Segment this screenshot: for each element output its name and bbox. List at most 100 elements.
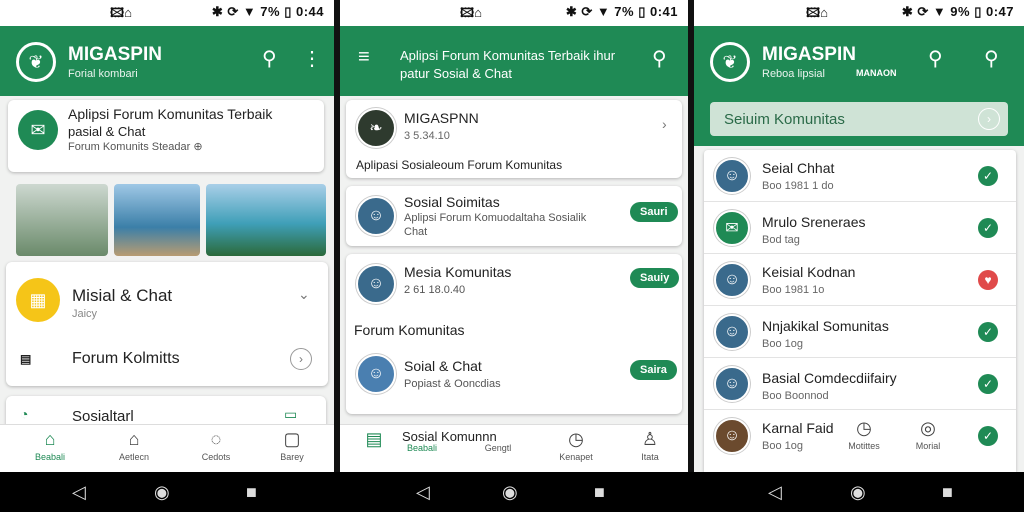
- item-sub: Boo 1981 1 do: [762, 180, 834, 192]
- recents-icon[interactable]: ■: [942, 482, 953, 503]
- item-title: Mrulo Sreneraes: [762, 214, 866, 230]
- check-icon[interactable]: ✓: [978, 426, 998, 446]
- item-title[interactable]: Mesia Komunitas: [404, 264, 511, 280]
- nav-activity[interactable]: ⌂ Aetlecn: [104, 429, 164, 462]
- item-title[interactable]: Soial & Chat: [404, 358, 482, 374]
- feature-subtitle: pasial & Chat: [68, 124, 146, 139]
- search-icon[interactable]: ⚲: [652, 46, 667, 71]
- app-logo-icon: ❦: [710, 42, 750, 82]
- header-title: Aplipsi Forum Komunitas Terbaik ihur: [400, 48, 616, 63]
- search-icon[interactable]: ⚲: [262, 46, 277, 71]
- item-title: Sosial Soimitas: [404, 194, 500, 210]
- list-item[interactable]: ☺ Nnjakikal Somunitas Boo 1og ✓: [704, 306, 1016, 358]
- photo-couple-beach[interactable]: [114, 184, 200, 256]
- chevron-down-icon[interactable]: ⌄: [298, 286, 310, 303]
- check-icon[interactable]: ✓: [978, 374, 998, 394]
- search-input[interactable]: Seiuim Komunitas ›: [710, 102, 1008, 136]
- status-left: 🖾⌂: [110, 5, 132, 20]
- home-circle-icon[interactable]: ◉: [850, 482, 866, 503]
- list-item[interactable]: ☺ Keisial Kodnan Boo 1981 1o ♥: [704, 254, 1016, 306]
- panel-community-list: 🖾⌂ ✱ ⟳ ▼ 9% ▯ 0:47 ❦ MIGASPIN Reboa lips…: [694, 0, 1024, 472]
- house-outline-icon: ⌂: [128, 429, 140, 449]
- chevron-right-icon[interactable]: ›: [978, 108, 1000, 130]
- item-title[interactable]: Misial & Chat: [72, 286, 172, 306]
- heart-icon[interactable]: ♥: [978, 270, 998, 290]
- chevron-right-icon[interactable]: ›: [662, 116, 667, 132]
- community-list-card: ☺ Mesia Komunitas 2 61 18.0.40 Sauiy For…: [346, 254, 682, 414]
- nav-chats[interactable]: ◌ Cedots: [186, 429, 246, 462]
- nav-matches[interactable]: ◷ Motittes: [834, 418, 894, 451]
- item-title: Keisial Kodnan: [762, 264, 856, 280]
- check-icon[interactable]: ✓: [978, 166, 998, 186]
- join-button[interactable]: Sauiy: [630, 268, 680, 288]
- location-icon[interactable]: ⚲: [984, 46, 999, 71]
- app-description: Aplipasi Sosialeoum Forum Komunitas: [356, 158, 563, 172]
- chevron-right-icon[interactable]: ›: [290, 348, 312, 370]
- nav-profile[interactable]: ▢ Barey: [262, 429, 322, 462]
- back-icon[interactable]: ◁: [416, 482, 430, 503]
- community-list: ☺ Seial Chhat Boo 1981 1 do ✓ ✉ Mrulo Sr…: [704, 150, 1016, 472]
- search-icon[interactable]: ⚲: [928, 46, 943, 71]
- avatar: ☺: [356, 196, 396, 236]
- brand-title: MIGASPIN: [762, 44, 856, 65]
- feature-title: Aplipsi Forum Komunitas Terbaik: [68, 106, 273, 122]
- app-name: MIGASPNN: [404, 110, 479, 126]
- nav-people[interactable]: ♙ Itata: [620, 429, 680, 462]
- avatar: ☺: [356, 354, 396, 394]
- nav-home[interactable]: ⌂ Beabali: [20, 429, 80, 462]
- list-item[interactable]: ☺ Basial Comdecdiifairy Boo Boonnod ✓: [704, 358, 1016, 410]
- photo-tropical-coast[interactable]: [206, 184, 326, 256]
- recents-icon[interactable]: ■: [594, 482, 605, 503]
- chat-icon: ▦: [16, 278, 60, 322]
- panel-community: 🖾⌂ ✱ ⟳ ▼ 7% ▯ 0:41 ≡ Aplipsi Forum Komun…: [340, 0, 688, 472]
- item-desc-2: Chat: [404, 226, 428, 238]
- feature-meta: Forum Komunits Steadar ⊕: [68, 141, 203, 153]
- item-subtitle: Jaicy: [72, 308, 98, 320]
- bottom-nav: Sosial Komunnn ▤ Beabali Gengtl ◷ Kenapet…: [340, 424, 688, 472]
- list-item[interactable]: ☺ Sosial Soimitas Aplipsi Forum Komuodal…: [346, 186, 682, 246]
- back-icon[interactable]: ◁: [768, 482, 782, 503]
- nav-more[interactable]: ◎ Morial: [898, 418, 958, 451]
- item-sub: Boo 1og: [762, 338, 803, 350]
- item-title: Basial Comdecdiifairy: [762, 370, 897, 386]
- join-button[interactable]: Sauri: [630, 202, 678, 222]
- more-icon[interactable]: ⋮: [302, 46, 322, 71]
- join-button[interactable]: Saira: [630, 360, 677, 380]
- status-right: ✱ ⟳ ▼ 7% ▯ 0:41: [565, 4, 678, 19]
- menu-icon[interactable]: ≡: [358, 46, 370, 69]
- nav-home[interactable]: Beabali: [392, 443, 452, 453]
- app-info-card[interactable]: ❧ MIGASPNN 3 5.34.10 Aplipasi Sosialeoum…: [346, 100, 682, 178]
- recents-icon[interactable]: ■: [246, 482, 257, 503]
- message-icon[interactable]: ▭: [284, 406, 297, 423]
- feature-card[interactable]: ✉ Aplipsi Forum Komunitas Terbaik pasial…: [8, 100, 324, 172]
- avatar: ☺: [714, 366, 750, 402]
- app-logo-icon: ❦: [16, 42, 56, 82]
- photo-person[interactable]: [16, 184, 108, 256]
- check-icon[interactable]: ✓: [978, 322, 998, 342]
- back-icon[interactable]: ◁: [72, 482, 86, 503]
- bottom-nav: ⌂ Beabali ⌂ Aetlecn ◌ Cedots ▢ Barey: [0, 424, 334, 472]
- list-item[interactable]: ✉ Mrulo Sreneraes Bod tag ✓: [704, 202, 1016, 254]
- people-icon: ♙: [641, 429, 659, 449]
- item-sub: Popiast & Ooncdias: [404, 378, 501, 390]
- item-title-forum[interactable]: Forum Kolmitts: [72, 350, 180, 368]
- avatar: ☺: [714, 314, 750, 350]
- status-left: 🖾⌂: [806, 5, 828, 20]
- app-bar: ❦ MIGASPIN Reboa lipsial MANAON ⚲ ⚲ Seiu…: [694, 26, 1024, 146]
- home-circle-icon[interactable]: ◉: [502, 482, 518, 503]
- list-item[interactable]: ☺ Karnal Faid Boo 1og ◷ Motittes ◎ Morial …: [704, 410, 1016, 462]
- check-icon[interactable]: ✓: [978, 218, 998, 238]
- item-sub: Boo 1981 1o: [762, 284, 825, 296]
- item-title: Seial Chhat: [762, 160, 835, 176]
- sosial-icon: ◔: [20, 406, 29, 422]
- avatar: ✉: [714, 210, 750, 246]
- item-title-sosial: Sosialtarl: [72, 408, 134, 425]
- brand-tag: MANAON: [856, 68, 897, 78]
- status-right: ✱ ⟳ ▼ 7% ▯ 0:44: [211, 4, 324, 19]
- nav-recent[interactable]: ◷ Kenapet: [546, 429, 606, 462]
- home-circle-icon[interactable]: ◉: [154, 482, 170, 503]
- brand-subtitle: Forial kombari: [68, 68, 138, 80]
- panel-home: 🖾⌂ ✱ ⟳ ▼ 7% ▯ 0:44 ❦ MIGASPIN Forial kom…: [0, 0, 334, 472]
- list-item[interactable]: ☺ Seial Chhat Boo 1981 1 do ✓: [704, 150, 1016, 202]
- nav-explore[interactable]: Gengtl: [468, 443, 528, 453]
